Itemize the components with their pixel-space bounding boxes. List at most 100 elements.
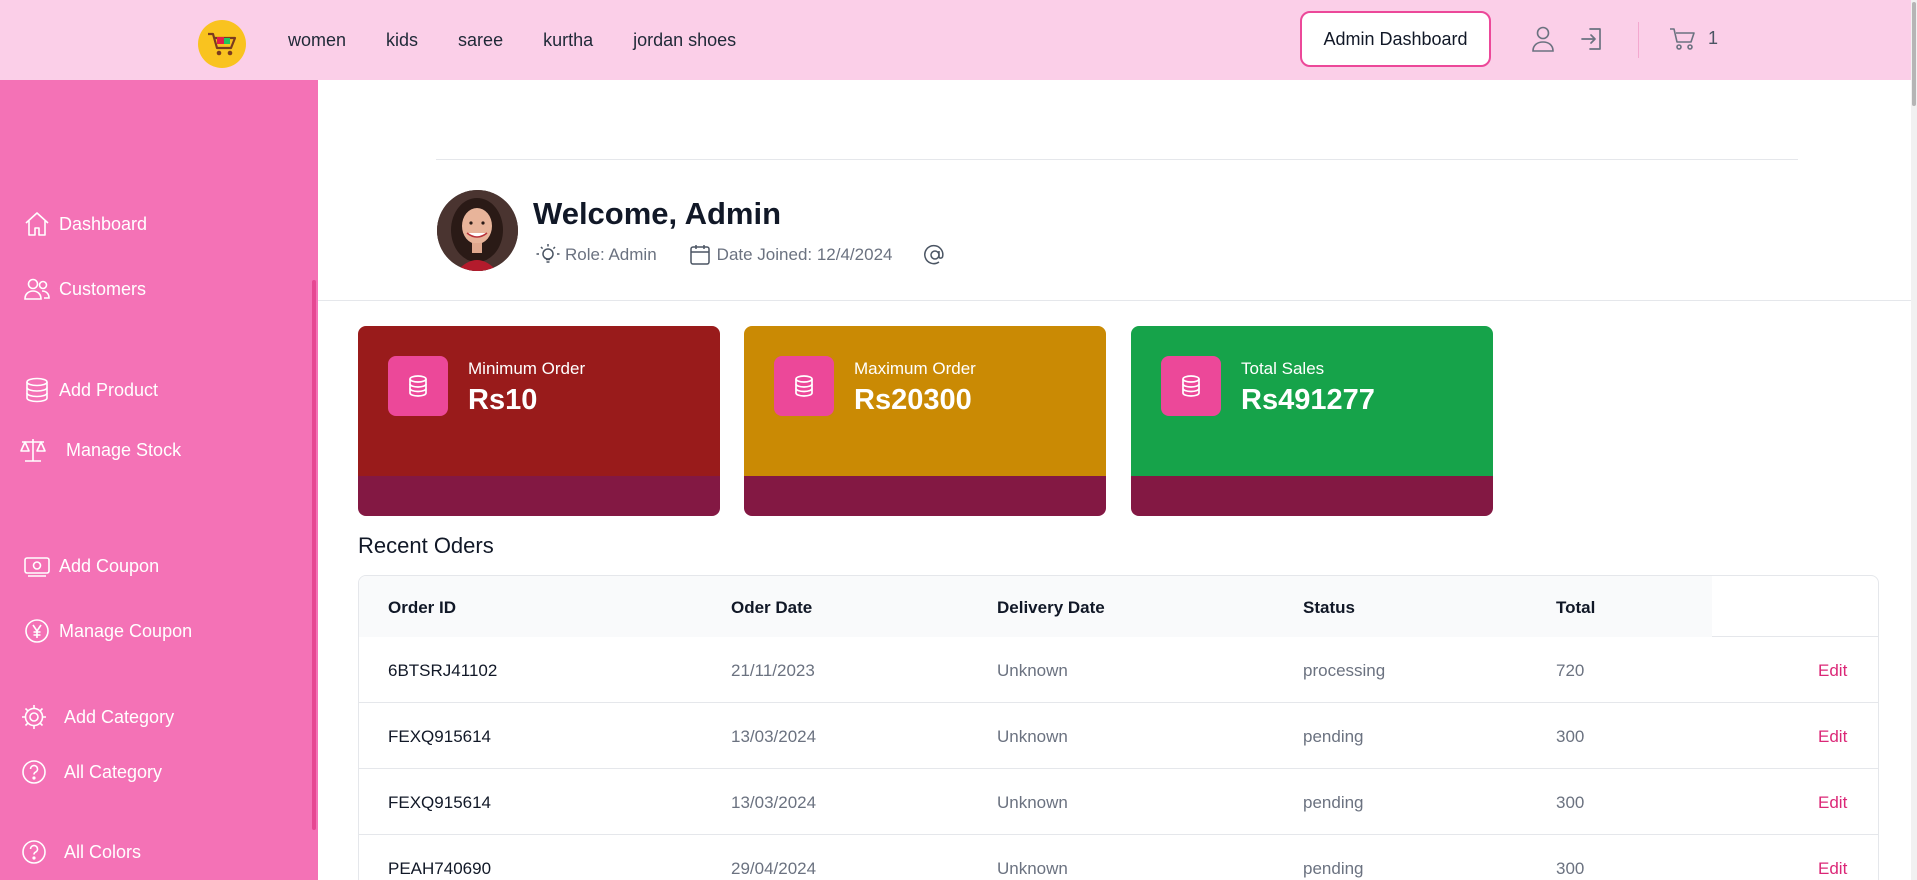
stat-value: Rs10: [468, 384, 538, 416]
database-icon: [26, 377, 48, 403]
stat-label: Maximum Order: [854, 359, 976, 378]
order-id: PEAH740690: [388, 859, 492, 878]
order-total: 300: [1556, 859, 1585, 878]
navbar-divider: [1638, 22, 1639, 58]
lightbulb-icon: [536, 244, 560, 263]
card-footer: [358, 476, 720, 516]
table-row: FEXQ915614 13/03/2024 Unknown pending 30…: [359, 703, 1878, 769]
stat-value: Rs20300: [854, 384, 972, 416]
column-header-status: Status: [1303, 598, 1355, 617]
stat-label: Total Sales: [1241, 359, 1325, 378]
order-status: pending: [1303, 727, 1364, 746]
edit-link[interactable]: Edit: [1818, 793, 1847, 813]
nav-link-kurtha[interactable]: kurtha: [543, 30, 593, 51]
admin-sidebar: Dashboard Customers Add Product Manage S…: [0, 80, 318, 880]
divider: [318, 300, 1911, 301]
table-row: PEAH740690 29/04/2024 Unknown pending 30…: [359, 835, 1878, 880]
order-status: processing: [1303, 661, 1386, 680]
edit-link[interactable]: Edit: [1818, 727, 1847, 747]
sidebar-item-label: Manage Stock: [66, 439, 182, 460]
orders-table: Order ID Oder Date Delivery Date Status …: [358, 575, 1879, 880]
role-text: Role: Admin: [565, 245, 657, 264]
page-scrollbar-track: [1911, 0, 1917, 880]
sidebar-item-manage-stock[interactable]: Manage Stock: [18, 436, 181, 464]
cart-icon[interactable]: [1668, 24, 1698, 54]
edit-link[interactable]: Edit: [1818, 661, 1847, 681]
home-icon: [25, 212, 49, 236]
nav-link-kids[interactable]: kids: [386, 30, 418, 51]
delivery-date: Unknown: [997, 727, 1068, 746]
main-nav: women kids saree kurtha jordan shoes: [288, 0, 736, 80]
yen-icon: [25, 619, 49, 643]
sidebar-item-label: Add Category: [64, 706, 175, 727]
shopping-cart-logo-icon: [208, 32, 237, 56]
delivery-date: Unknown: [997, 661, 1068, 680]
users-icon: [24, 278, 50, 300]
delivery-date: Unknown: [997, 793, 1068, 812]
table-header: Order ID Oder Date Delivery Date Status …: [359, 576, 1878, 637]
order-total: 300: [1556, 727, 1585, 746]
question-icon: [22, 840, 46, 864]
gear-icon: [22, 705, 46, 729]
question-icon: [22, 760, 46, 784]
order-id: FEXQ915614: [388, 727, 492, 746]
page-title: Welcome, Admin: [533, 196, 782, 231]
date-joined-info: Date Joined: 12/4/2024: [687, 242, 893, 268]
sidebar-item-customers[interactable]: Customers: [23, 275, 146, 303]
sidebar-item-dashboard[interactable]: Dashboard: [23, 210, 147, 238]
login-icon[interactable]: [1578, 24, 1608, 54]
edit-link[interactable]: Edit: [1818, 859, 1847, 879]
order-id: FEXQ915614: [388, 793, 492, 812]
card-footer: [744, 476, 1106, 516]
nav-link-saree[interactable]: saree: [458, 30, 503, 51]
column-header-order-date: Oder Date: [731, 598, 813, 617]
sidebar-item-label: All Category: [64, 761, 163, 782]
profile-meta: Role: Admin Date Joined: 12/4/2024: [535, 242, 948, 268]
nav-link-women[interactable]: women: [288, 30, 346, 51]
page-scrollbar[interactable]: [1912, 2, 1916, 106]
sidebar-item-add-category[interactable]: Add Category: [20, 703, 174, 731]
user-icon[interactable]: [1528, 24, 1558, 54]
sidebar-item-all-colors[interactable]: All Colors: [20, 838, 141, 866]
scale-icon: [20, 439, 46, 462]
top-navbar: women kids saree kurtha jordan shoes Adm…: [0, 0, 1917, 80]
sidebar-item-all-category[interactable]: All Category: [20, 758, 162, 786]
sidebar-item-label: All Colors: [64, 841, 142, 862]
date-joined-text: Date Joined: 12/4/2024: [716, 245, 893, 264]
sidebar-item-label: Dashboard: [59, 213, 148, 234]
avatar: [437, 190, 518, 271]
email-info[interactable]: [922, 242, 948, 268]
database-icon: [774, 356, 834, 416]
table-row: FEXQ915614 13/03/2024 Unknown pending 30…: [359, 769, 1878, 835]
delivery-date: Unknown: [997, 859, 1068, 878]
table-row: 6BTSRJ41102 21/11/2023 Unknown processin…: [359, 637, 1878, 703]
order-total: 300: [1556, 793, 1585, 812]
recent-orders-title: Recent Oders: [358, 533, 494, 558]
sidebar-item-manage-coupon[interactable]: Manage Coupon: [23, 617, 192, 645]
admin-dashboard-button[interactable]: Admin Dashboard: [1300, 11, 1491, 67]
divider: [436, 159, 1798, 160]
stat-label: Minimum Order: [468, 359, 586, 378]
column-header-delivery-date: Delivery Date: [997, 598, 1105, 617]
role-info: Role: Admin: [535, 242, 657, 268]
column-header-order-id: Order ID: [388, 598, 457, 617]
sidebar-item-label: Customers: [59, 278, 147, 299]
order-total: 720: [1556, 661, 1585, 680]
sidebar-item-label: Add Coupon: [59, 555, 160, 576]
nav-link-jordan-shoes[interactable]: jordan shoes: [633, 30, 736, 51]
order-date: 13/03/2024: [731, 727, 817, 746]
order-date: 29/04/2024: [731, 859, 817, 878]
calendar-icon: [689, 245, 710, 265]
stat-card-minimum-order: Minimum Order Rs10: [358, 326, 720, 516]
card-footer: [1131, 476, 1493, 516]
sidebar-item-add-product[interactable]: Add Product: [23, 376, 158, 404]
store-logo[interactable]: [198, 20, 246, 68]
at-sign-icon: [924, 244, 945, 265]
sidebar-item-label: Add Product: [59, 379, 159, 400]
order-status: pending: [1303, 859, 1364, 878]
sidebar-scrollbar[interactable]: [312, 280, 316, 830]
cart-count-badge: 1: [1708, 28, 1719, 48]
sidebar-item-label: Manage Coupon: [59, 620, 193, 641]
stat-card-total-sales: Total Sales Rs491277: [1131, 326, 1493, 516]
sidebar-item-add-coupon[interactable]: Add Coupon: [23, 552, 159, 580]
